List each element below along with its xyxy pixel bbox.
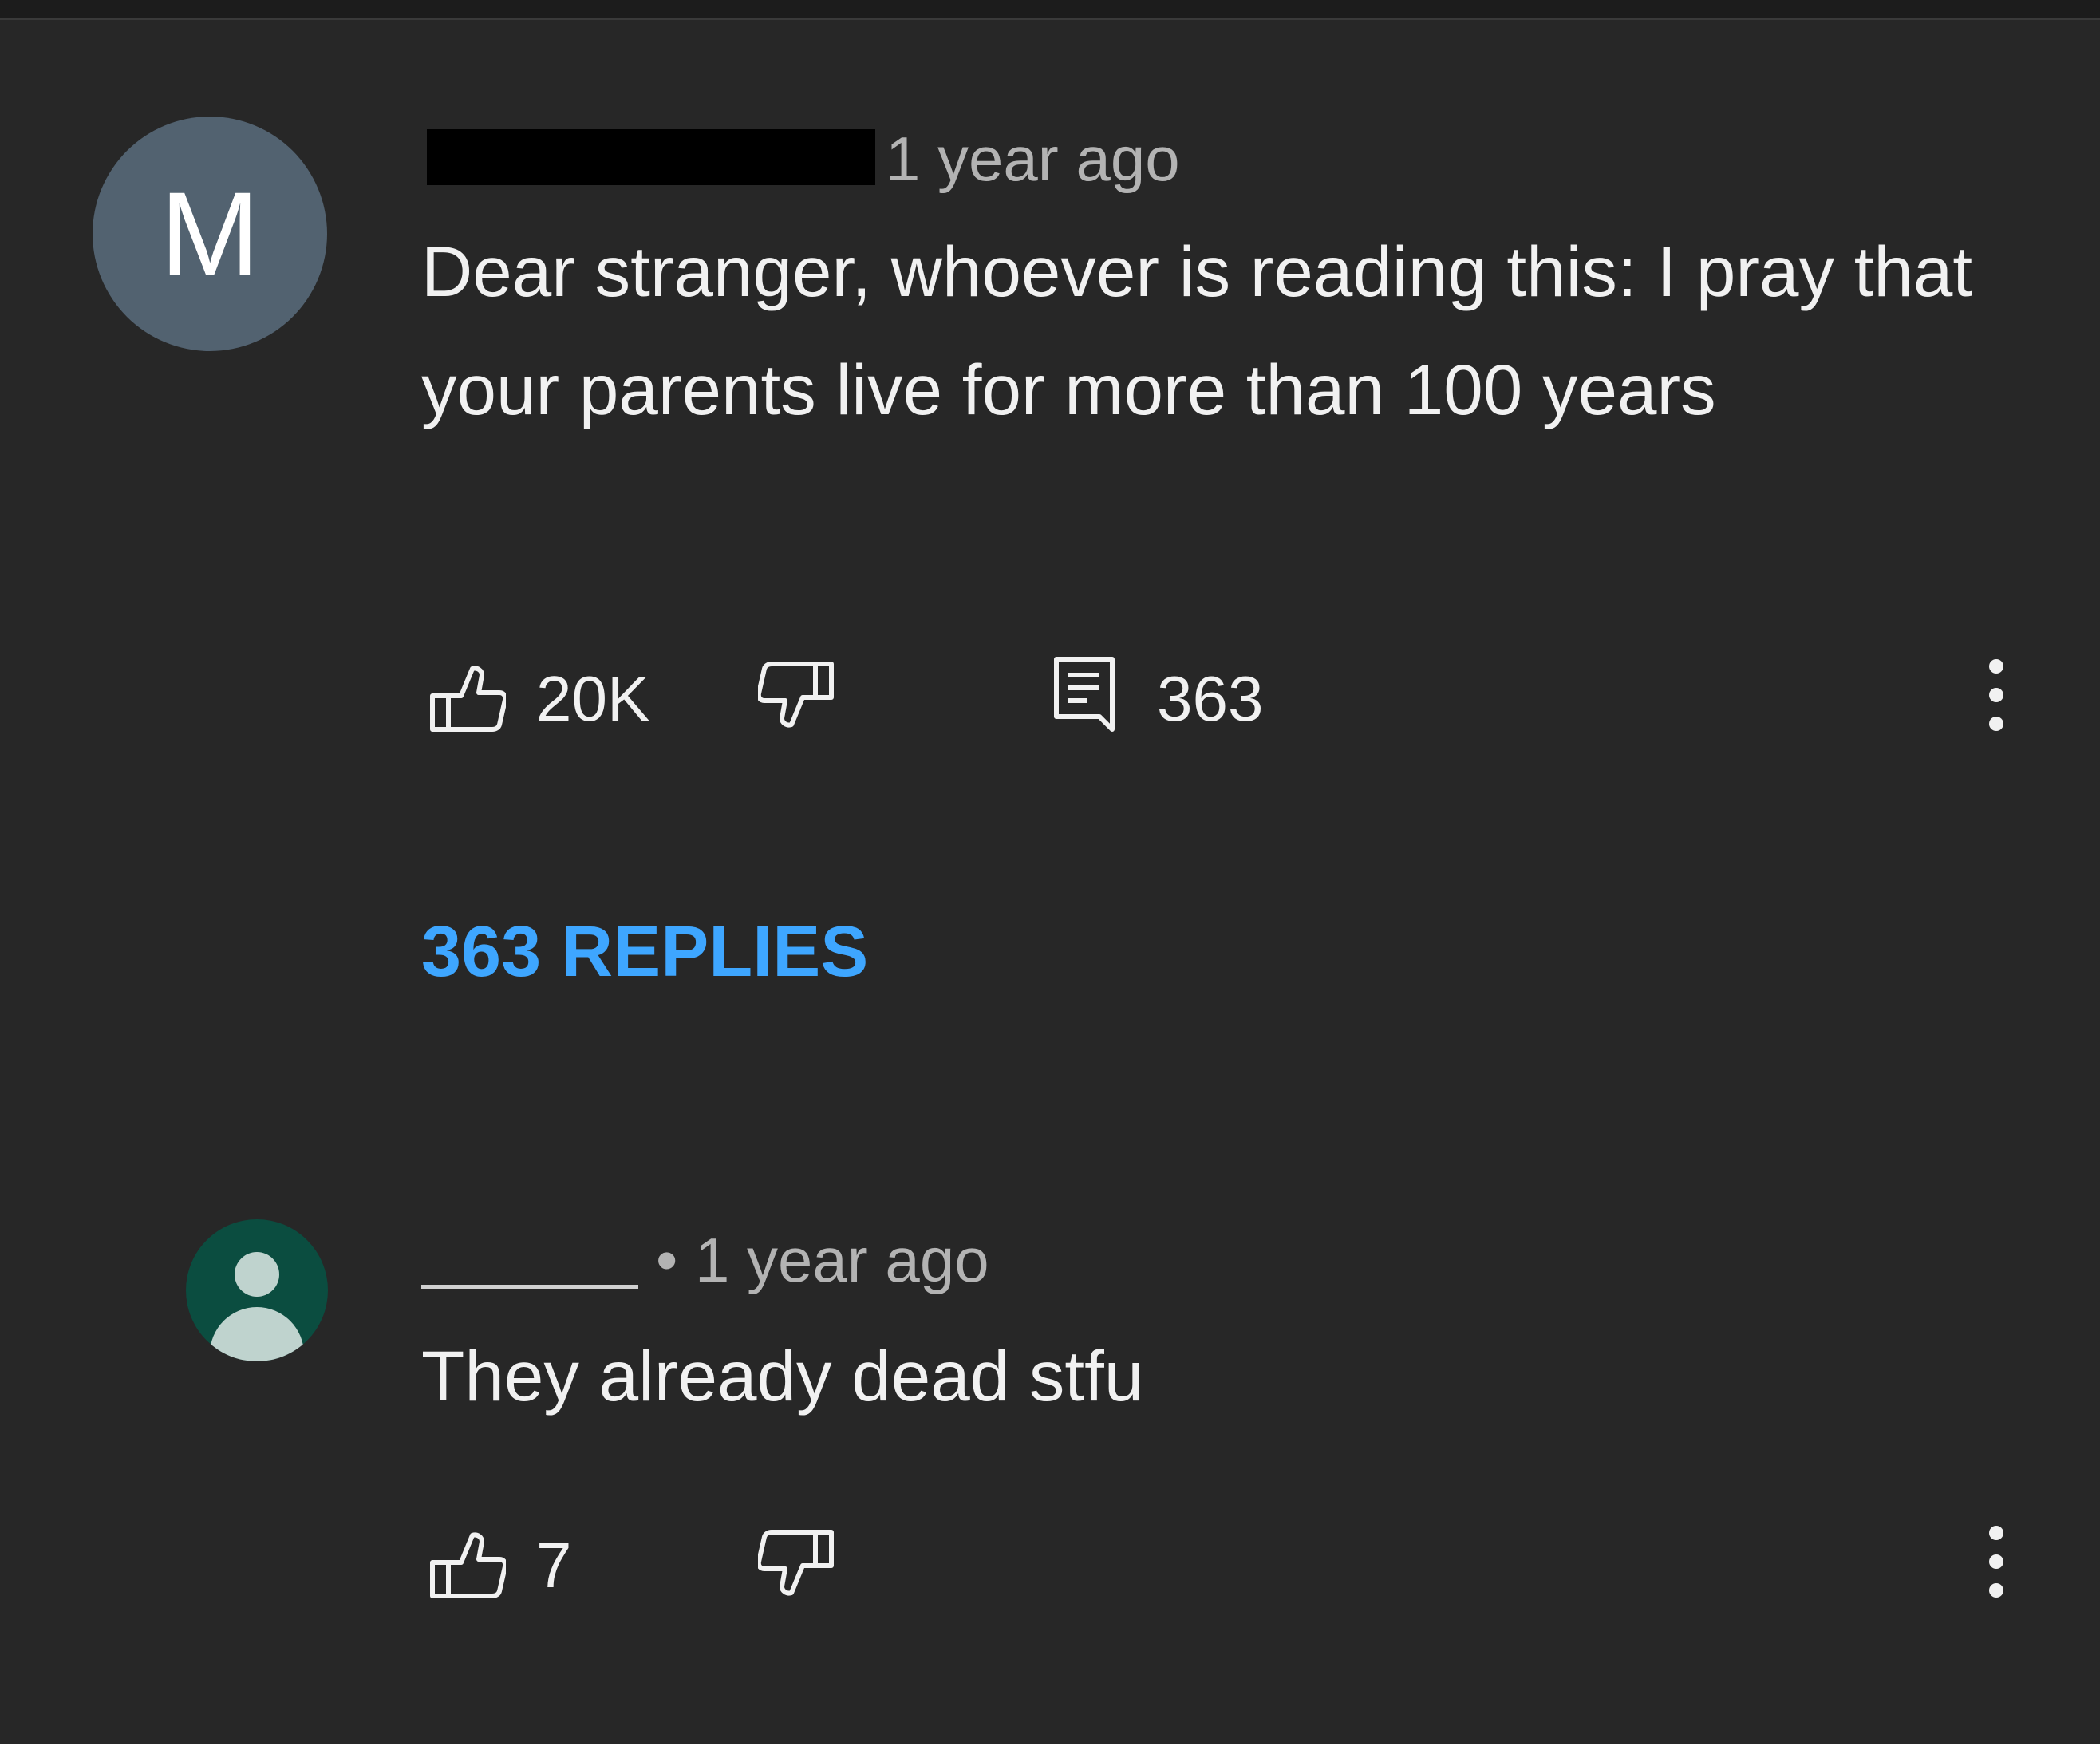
comment-timestamp: 1 year ago (886, 124, 1180, 194)
comment-icon[interactable] (1052, 654, 1119, 734)
avatar[interactable]: M (93, 117, 327, 351)
like-count: 20K (536, 663, 650, 734)
person-icon (235, 1252, 279, 1297)
comment-timestamp: • 1 year ago (656, 1225, 989, 1295)
top-divider (0, 0, 2100, 20)
redacted-username (421, 1285, 638, 1289)
thumbs-down-icon[interactable] (758, 1529, 835, 1598)
like-count: 7 (536, 1530, 572, 1601)
person-icon-body (210, 1307, 304, 1361)
avatar[interactable] (186, 1219, 328, 1361)
comment-text: They already dead stfu (421, 1336, 1144, 1416)
thumbs-up-icon[interactable] (429, 1531, 506, 1599)
more-vert-icon[interactable] (1980, 1526, 2012, 1598)
comment-text: Dear stranger, whoever is reading this: … (421, 231, 1973, 429)
avatar-letter: M (160, 167, 260, 301)
view-replies-link[interactable]: 363 REPLIES (421, 916, 868, 988)
thumbs-up-icon[interactable] (429, 664, 506, 733)
thumbs-down-icon[interactable] (758, 661, 835, 729)
redacted-username (427, 129, 875, 185)
reply-count: 363 (1157, 663, 1264, 734)
more-vert-icon[interactable] (1980, 659, 2012, 731)
